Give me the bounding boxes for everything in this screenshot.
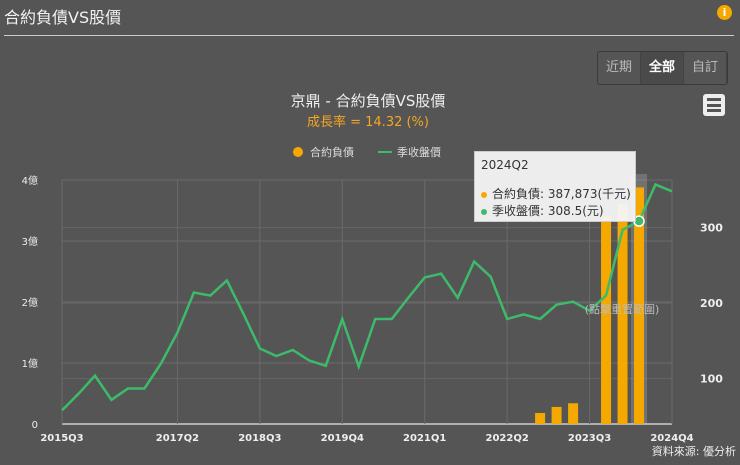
x-axis-tick: 2022Q2 <box>485 433 528 444</box>
left-axis-tick: 3億 <box>22 235 38 248</box>
chart: 京鼎 - 合約負債VS股價 成長率 = 14.32 (%) 合約負債 季收盤價 … <box>22 92 736 458</box>
tooltip-title: 2024Q2 <box>481 158 529 172</box>
left-axis-tick: 2億 <box>22 296 38 309</box>
source-credit: 資料來源: 優分析 <box>652 444 736 458</box>
bar-2023Q4 <box>601 216 612 424</box>
chart-title: 京鼎 - 合約負債VS股價 <box>291 92 446 110</box>
bar-2022Q4 <box>535 413 546 424</box>
tooltip-line-value: 季收盤價: 308.5(元) <box>492 204 604 218</box>
tooltip-bar-value: 合約負債: 387,873(千元) <box>492 187 631 201</box>
legend-bar-marker <box>293 147 303 157</box>
right-axis-tick: 200 <box>700 297 723 310</box>
x-axis-tick: 2015Q3 <box>40 433 83 444</box>
x-axis-tick: 2024Q4 <box>650 433 693 444</box>
legend-line-label[interactable]: 季收盤價 <box>397 145 441 159</box>
left-axis-tick: 0 <box>32 420 38 431</box>
right-axis-tick: 300 <box>700 222 723 235</box>
left-axis-tick: 1億 <box>22 357 38 370</box>
reset-zoom-button[interactable]: (點擊重置範圍) <box>585 302 660 316</box>
line-dot-icon <box>481 208 487 215</box>
bar-dot-icon <box>481 191 487 198</box>
tooltip: 2024Q2 合約負債: 387,873(千元) 季收盤價: 308.5(元) <box>474 151 636 222</box>
legend-bar-label[interactable]: 合約負債 <box>310 145 354 159</box>
bar-2023Q1 <box>551 406 562 424</box>
x-axis-tick: 2021Q1 <box>403 433 446 444</box>
left-axis-tick: 4億 <box>22 174 38 187</box>
x-axis-tick: 2017Q2 <box>156 433 199 444</box>
x-axis-tick: 2019Q4 <box>321 433 364 444</box>
bar-2023Q2 <box>568 403 579 424</box>
right-axis-tick: 100 <box>700 373 723 386</box>
x-axis-tick: 2023Q3 <box>568 433 611 444</box>
chart-subtitle: 成長率 = 14.32 (%) <box>307 114 429 130</box>
x-axis-tick: 2018Q3 <box>238 433 281 444</box>
